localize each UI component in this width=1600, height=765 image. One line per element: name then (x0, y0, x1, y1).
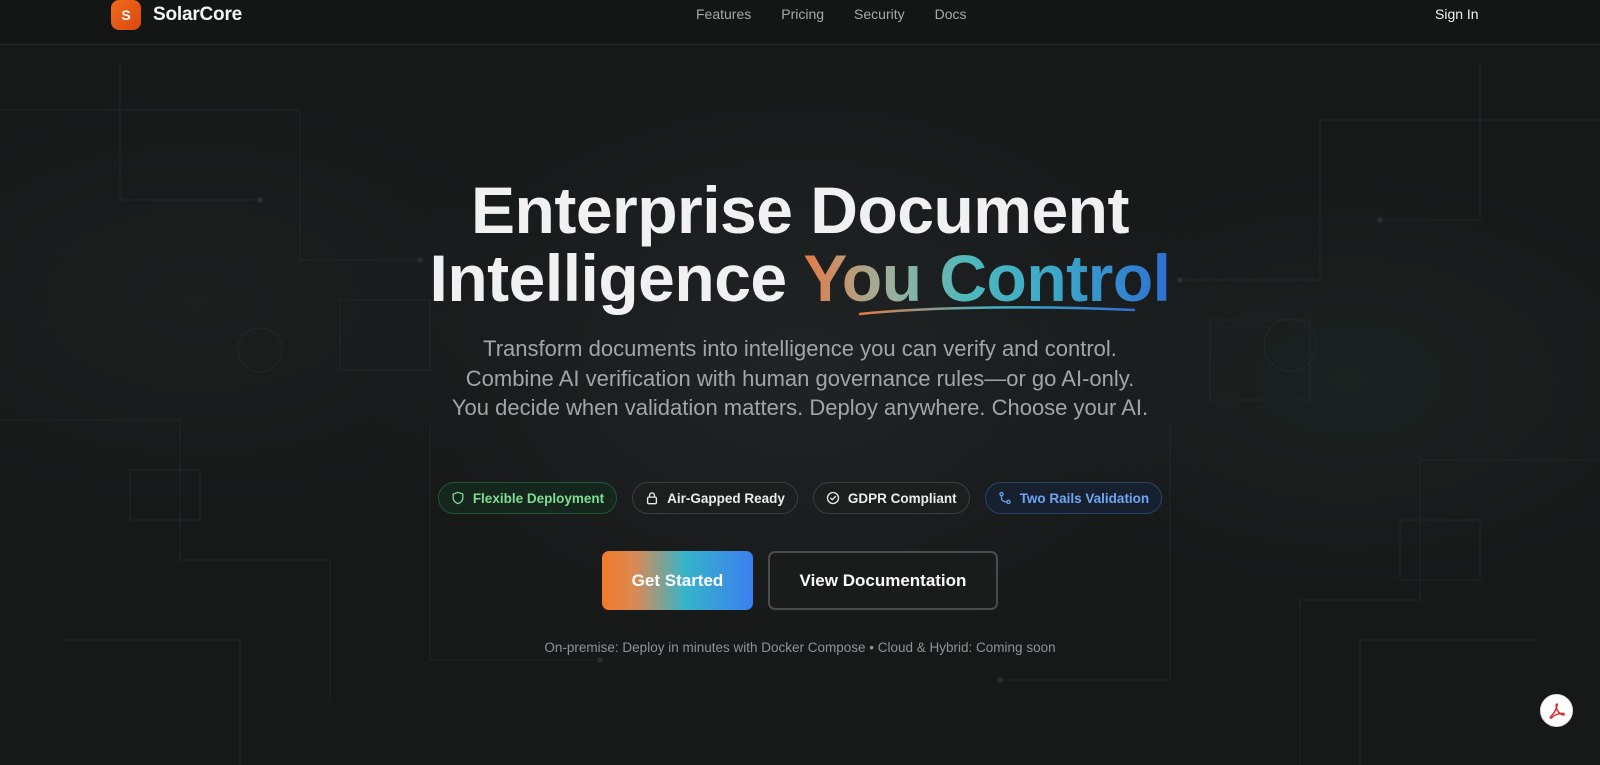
badge-label: Flexible Deployment (472, 490, 605, 506)
badge-air-gapped: Air-Gapped Ready (632, 482, 798, 514)
badge-flexible-deployment: Flexible Deployment (437, 482, 618, 514)
badge-label: Two Rails Validation (1019, 490, 1150, 506)
logo-mark-icon: S (111, 0, 141, 30)
nav-link-features[interactable]: Features (696, 6, 751, 22)
title-underline-swoosh (858, 306, 1136, 316)
get-started-button[interactable]: Get Started (602, 551, 753, 610)
deployment-footnote: On-premise: Deploy in minutes with Docke… (544, 640, 1056, 655)
badge-label: GDPR Compliant (847, 490, 957, 506)
badge-gdpr: GDPR Compliant (812, 482, 970, 514)
hero-title: Enterprise Document Intelligence You Con… (0, 176, 1600, 312)
hero-title-line-2: Intelligence You Control (0, 244, 1600, 312)
hero-title-plain: Intelligence (429, 241, 804, 315)
nav-link-docs[interactable]: Docs (935, 6, 967, 22)
main-nav: Features Pricing Security Docs (696, 6, 997, 22)
pdf-icon (1549, 702, 1565, 719)
feature-badges: Flexible Deployment Air-Gapped Ready GDP… (0, 482, 1600, 514)
nav-link-security[interactable]: Security (854, 6, 905, 22)
landing-page: S SolarCore Features Pricing Security Do… (0, 0, 1600, 765)
lock-icon (647, 492, 658, 505)
sign-in-link[interactable]: Sign In (1435, 6, 1479, 22)
check-circle-icon (826, 491, 840, 505)
pdf-floating-button[interactable] (1540, 694, 1573, 727)
git-branch-icon (998, 491, 1011, 505)
hero-subtitle: Transform documents into intelligence yo… (451, 336, 1149, 420)
view-documentation-button[interactable]: View Documentation (768, 551, 998, 610)
hero-title-line-1: Enterprise Document (471, 173, 1129, 247)
brand-logo[interactable]: S SolarCore (111, 0, 242, 30)
brand-name: SolarCore (153, 4, 243, 25)
nav-link-pricing[interactable]: Pricing (781, 6, 824, 22)
top-navbar: S SolarCore Features Pricing Security Do… (0, 0, 1600, 45)
badge-two-rails: Two Rails Validation (984, 482, 1163, 514)
badge-label: Air-Gapped Ready (667, 490, 785, 506)
shield-icon (452, 491, 464, 505)
